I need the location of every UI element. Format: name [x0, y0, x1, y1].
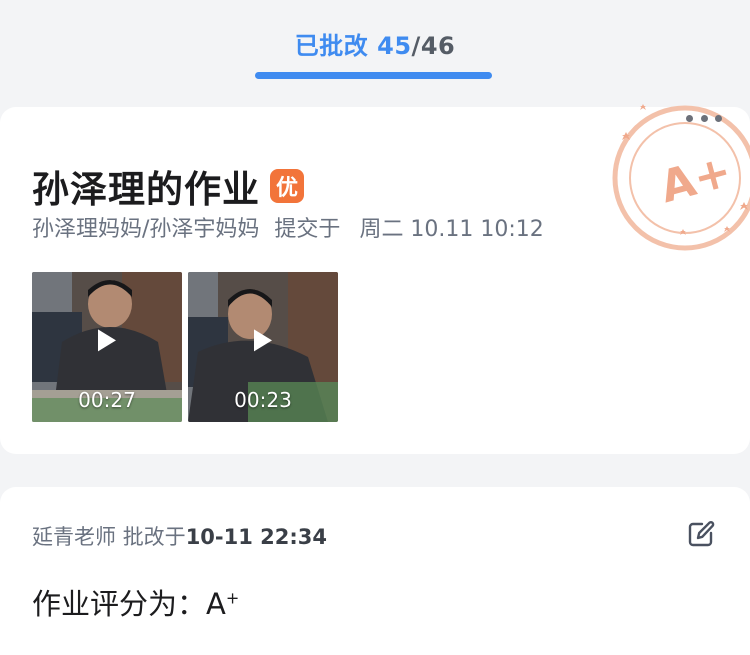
submit-time: 周二 10.11 10:12 [359, 217, 544, 242]
video-thumbnail-2[interactable]: 00:23 [188, 272, 338, 422]
grade-stamp-icon: A+ [612, 104, 750, 251]
review-card: 延青老师 批改于10-11 22:34 作业评分为：A+ [0, 487, 750, 655]
video-thumbnail-1[interactable]: 00:27 [32, 272, 182, 422]
graded-count: 45 [377, 32, 412, 60]
graded-tab[interactable]: 已批改 45/46 [0, 0, 750, 90]
homework-title-row: 孙泽理的作业 优 [32, 159, 304, 213]
more-dot [715, 114, 722, 122]
stamp-grade-text: A+ [655, 146, 737, 214]
submit-label: 提交于 [274, 217, 341, 242]
video-duration: 00:23 [234, 388, 292, 412]
play-icon [254, 329, 272, 352]
video-list: 00:27 00:23 [32, 272, 338, 422]
grade-prefix: 作业评分为： [32, 587, 207, 621]
more-dot [700, 114, 708, 122]
edit-icon[interactable] [686, 519, 716, 549]
submitter-names: 孙泽理妈妈/孙泽宇妈妈 [32, 217, 260, 242]
graded-tab-label: 已批改 45/46 [0, 26, 750, 61]
play-icon [98, 329, 116, 352]
graded-total: /46 [411, 32, 456, 60]
reviewed-time: 10-11 22:34 [185, 525, 328, 549]
excellent-badge: 优 [270, 169, 304, 203]
grade-plus: + [225, 588, 240, 608]
homework-title: 孙泽理的作业 [32, 168, 260, 211]
grade-result: 作业评分为：A+ [32, 581, 239, 623]
grade-value: A [206, 587, 226, 621]
review-info: 延青老师 批改于10-11 22:34 [32, 521, 327, 551]
tab-active-indicator [255, 72, 492, 79]
homework-submit-info: 孙泽理妈妈/孙泽宇妈妈 提交于 周二 10.11 10:12 [32, 211, 552, 243]
teacher-name: 延青老师 [32, 525, 116, 549]
graded-tab-text: 已批改 [294, 32, 369, 60]
more-dot [686, 114, 693, 122]
video-duration: 00:27 [78, 388, 136, 412]
grade-stamp: A+ [600, 100, 750, 260]
reviewed-label: 批改于 [122, 525, 186, 549]
more-options-icon[interactable] [686, 112, 722, 124]
